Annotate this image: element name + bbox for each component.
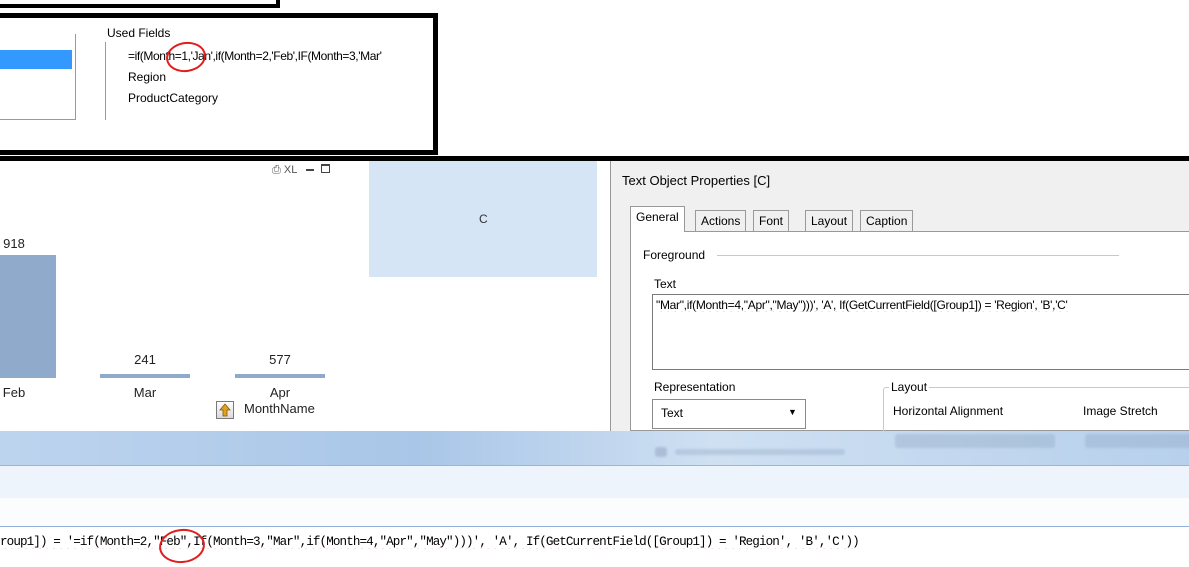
available-fields-selected-item[interactable] [0, 50, 72, 69]
foreground-separator [717, 255, 1119, 256]
sort-up-icon[interactable] [216, 401, 234, 419]
representation-label: Representation [654, 380, 736, 394]
text-expression-value[interactable]: "Mar",if(Month=4,"Apr","May")))', 'A', I… [656, 298, 1189, 312]
layout-group-label: Layout [889, 380, 930, 394]
data-label-mar: 241 [134, 352, 156, 367]
bar-apr[interactable] [235, 374, 325, 378]
data-label-feb: 918 [3, 236, 25, 251]
category-label-apr: Apr [270, 385, 291, 400]
top-frame-edge [0, 0, 280, 8]
available-fields-list[interactable] [0, 34, 76, 120]
blurred-checkbox [655, 447, 667, 457]
blurred-dropdown [895, 434, 1055, 448]
data-label-apr: 577 [269, 352, 291, 367]
dialog-title: Text Object Properties [C] [622, 173, 771, 188]
image-stretch-label: Image Stretch [1083, 404, 1158, 418]
used-field-item[interactable]: ProductCategory [128, 91, 218, 105]
tab-caption[interactable]: Caption [860, 210, 914, 231]
tab-actions[interactable]: Actions [695, 210, 747, 231]
tab-general[interactable]: General [630, 206, 685, 232]
blurred-dropdown [1085, 434, 1189, 448]
blurred-checkbox-label [675, 449, 845, 455]
tab-layout[interactable]: Layout [805, 210, 854, 231]
text-object-c-label: C [479, 212, 488, 226]
used-fields-label: Used Fields [107, 26, 171, 40]
bar-feb[interactable] [0, 255, 56, 378]
bar-chart-svg: 918 Feb 241 Mar 577 Apr [0, 236, 325, 400]
representation-value: Text [661, 406, 684, 420]
category-label-feb: Feb [3, 385, 25, 400]
text-field-label: Text [654, 277, 677, 291]
bar-mar[interactable] [100, 374, 190, 378]
category-label-mar: Mar [134, 385, 157, 400]
dropdown-arrow-icon[interactable]: ▼ [788, 407, 797, 417]
used-field-item[interactable]: Region [128, 70, 166, 84]
sort-arrow-icon [219, 403, 231, 417]
used-fields-list[interactable]: =if(Month=1,'Jan',if(Month=2,'Feb',IF(Mo… [105, 42, 431, 120]
tab-font[interactable]: Font [753, 210, 790, 231]
horizontal-alignment-label: Horizontal Alignment [893, 404, 1004, 418]
dimension-label[interactable]: MonthName [244, 401, 315, 416]
editor-toolbar-band [0, 466, 1189, 498]
editor-toolbar-band [0, 498, 1189, 526]
foreground-group-label: Foreground [643, 248, 706, 262]
